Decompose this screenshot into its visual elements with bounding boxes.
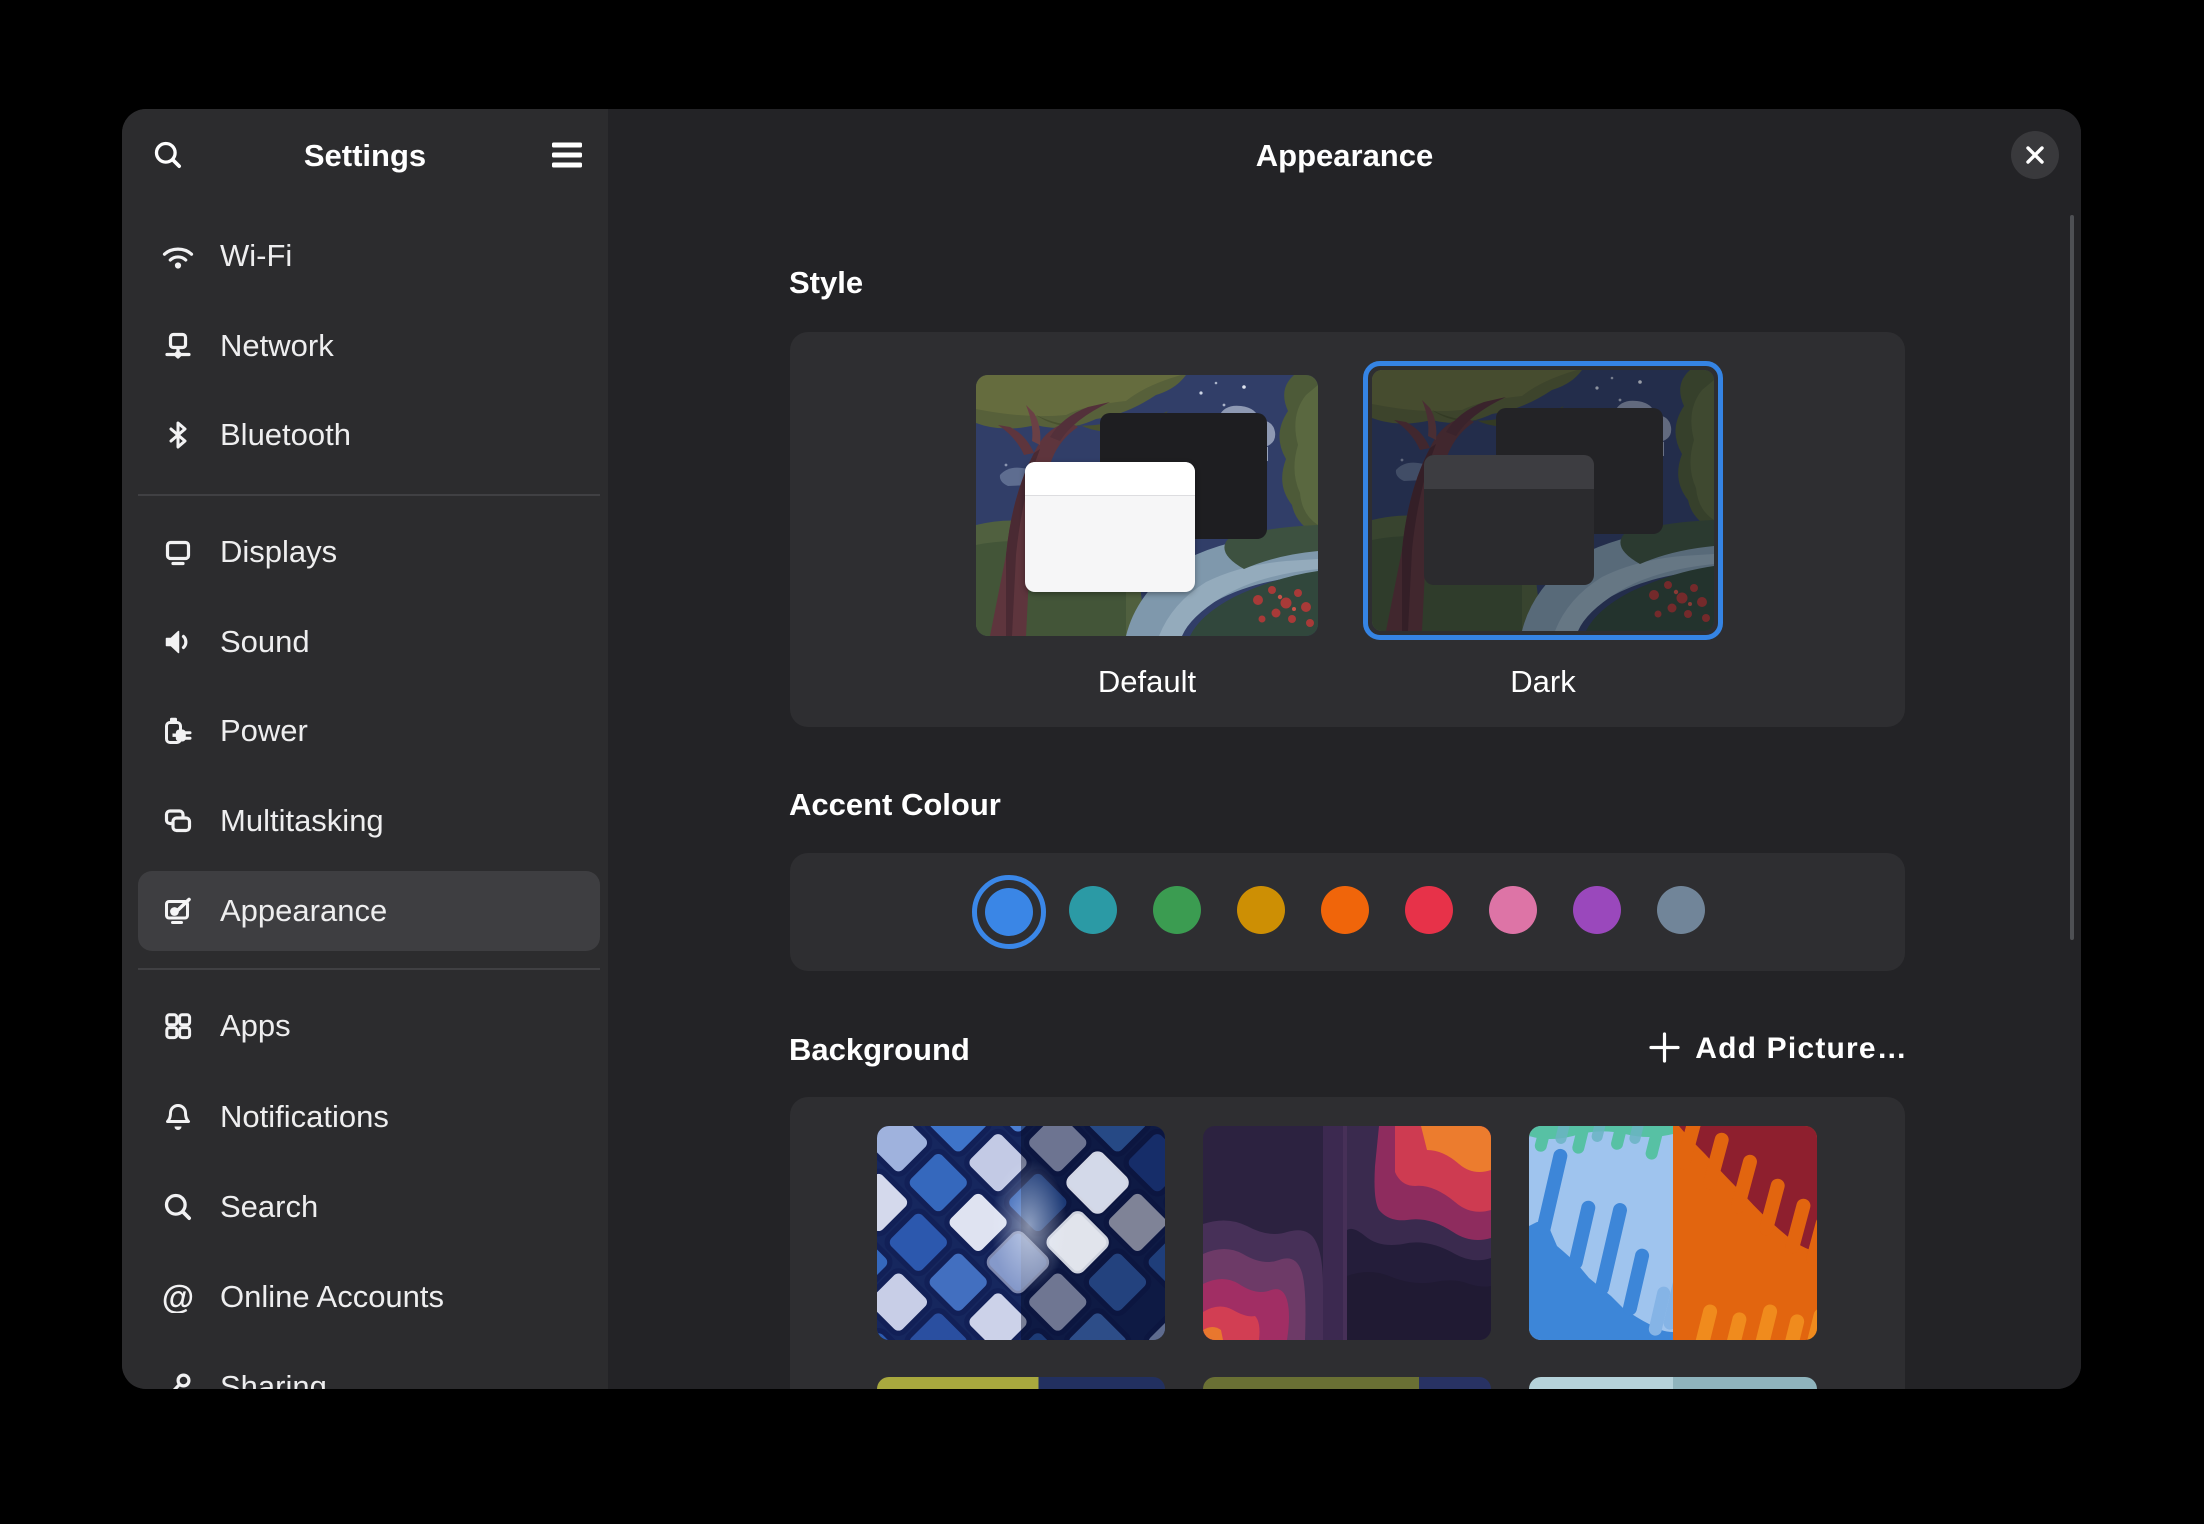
svg-text:@: @ — [162, 1281, 194, 1313]
